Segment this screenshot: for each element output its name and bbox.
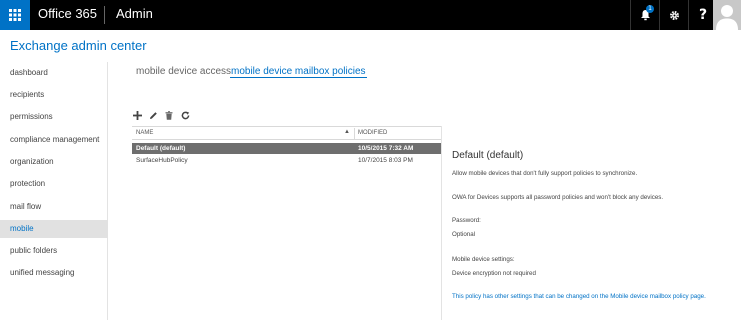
nav-item-mobile[interactable]: mobile — [0, 220, 108, 238]
details-mobile-settings-label: Mobile device settings: — [452, 256, 515, 263]
settings-button[interactable] — [659, 0, 688, 30]
waffle-icon — [9, 9, 21, 21]
delete-button[interactable] — [164, 109, 174, 121]
nav-item-organization[interactable]: organization — [0, 153, 108, 171]
details-policy-page-link[interactable]: This policy has other settings that can … — [452, 293, 706, 300]
edit-button[interactable] — [148, 109, 158, 121]
add-button[interactable] — [132, 109, 142, 121]
details-password-value: Optional — [452, 231, 476, 238]
nav-item-permissions[interactable]: permissions — [0, 108, 108, 126]
list-toolbar — [132, 108, 190, 122]
details-mobile-settings-value: Device encryption not required — [452, 270, 536, 277]
plus-icon — [132, 110, 142, 120]
user-silhouette-icon — [713, 0, 741, 30]
tab-mobile-device-mailbox-policies[interactable]: mobile device mailbox policies — [230, 66, 367, 78]
sort-ascending-icon: ▲ — [344, 129, 350, 135]
pencil-icon — [149, 111, 157, 119]
policy-modified: 10/5/2015 7:32 AM — [358, 145, 414, 152]
app-name[interactable]: Admin — [116, 6, 153, 21]
app-launcher-button[interactable] — [0, 0, 30, 30]
details-pane: Default (default) Allow mobile devices t… — [452, 146, 737, 300]
left-nav: dashboard recipients permissions complia… — [0, 62, 108, 320]
tab-mobile-device-access[interactable]: mobile device access — [136, 66, 231, 77]
policy-modified: 10/7/2015 8:03 PM — [358, 157, 413, 164]
nav-item-unified-messaging[interactable]: unified messaging — [0, 264, 108, 282]
refresh-button[interactable] — [180, 109, 190, 121]
trash-icon — [165, 110, 173, 120]
nav-item-dashboard[interactable]: dashboard — [0, 64, 108, 82]
header-divider — [104, 6, 105, 24]
gear-icon — [669, 10, 679, 20]
policy-name: Default (default) — [136, 145, 186, 152]
column-header-name[interactable]: NAME — [136, 130, 153, 136]
nav-item-mail-flow[interactable]: mail flow — [0, 198, 108, 216]
refresh-icon — [181, 111, 189, 119]
column-header-modified[interactable]: MODIFIED — [358, 130, 387, 136]
notifications-button[interactable]: 1 — [630, 0, 659, 30]
list-header: NAME ▲ MODIFIED — [132, 126, 442, 140]
page-title: Exchange admin center — [10, 38, 147, 53]
nav-item-recipients[interactable]: recipients — [0, 86, 108, 104]
details-password-label: Password: — [452, 217, 481, 224]
details-title: Default (default) — [452, 150, 524, 161]
brand-name[interactable]: Office 365 — [38, 6, 97, 21]
details-sync-text: Allow mobile devices that don't fully su… — [452, 170, 638, 177]
table-row[interactable]: Default (default) 10/5/2015 7:32 AM — [132, 143, 442, 154]
pane-divider — [441, 126, 442, 320]
top-bar: Office 365 Admin 1 ? — [0, 0, 741, 30]
details-owa-text: OWA for Devices supports all password po… — [452, 194, 664, 201]
notification-badge: 1 — [646, 5, 654, 13]
nav-item-protection[interactable]: protection — [0, 175, 108, 193]
policy-name: SurfaceHubPolicy — [136, 157, 188, 164]
nav-item-public-folders[interactable]: public folders — [0, 242, 108, 260]
column-divider — [354, 128, 355, 140]
table-row[interactable]: SurfaceHubPolicy 10/7/2015 8:03 PM — [132, 155, 442, 166]
avatar[interactable] — [713, 0, 741, 30]
nav-item-compliance-management[interactable]: compliance management — [0, 131, 108, 149]
policy-list: NAME ▲ MODIFIED Default (default) 10/5/2… — [132, 126, 442, 166]
